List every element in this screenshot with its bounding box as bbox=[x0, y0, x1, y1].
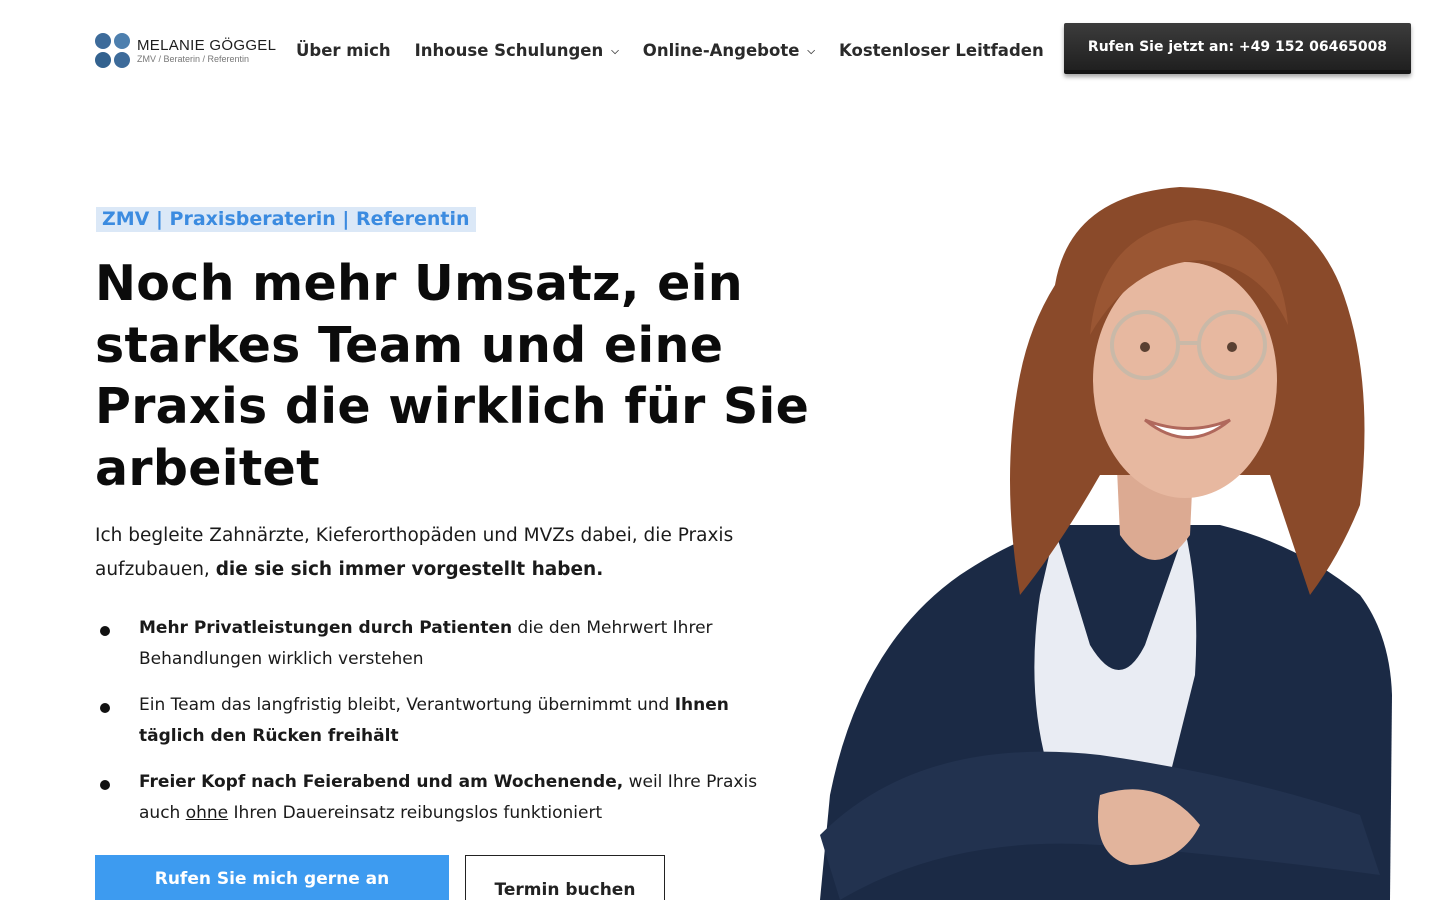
intro-bold-text: die sie sich immer vorgestellt haben. bbox=[215, 559, 604, 580]
nav-item-label: Online-Angebote bbox=[642, 40, 800, 60]
nav-item-kostenloser-leitfaden[interactable]: Kostenloser Leitfaden bbox=[839, 41, 1044, 60]
main-nav: Über mich Inhouse Schulungen ⌵ Online-An… bbox=[296, 36, 1044, 64]
hero-tagline: ZMV | Praxisberaterin | Referentin bbox=[96, 207, 476, 232]
bullet-text-end: Ihren Dauereinsatz reibungslos funktioni… bbox=[228, 803, 603, 823]
benefit-list: Mehr Privatleistungen durch Patienten di… bbox=[95, 613, 795, 844]
nav-item-label: Inhouse Schulungen bbox=[414, 40, 604, 60]
call-me-button[interactable]: Rufen Sie mich gerne an bbox=[95, 855, 449, 900]
list-item: Ein Team das langfristig bleibt, Verantw… bbox=[95, 690, 795, 752]
book-appointment-button[interactable]: Termin buchen bbox=[465, 855, 665, 900]
portrait-face bbox=[1093, 262, 1277, 498]
nav-item-inhouse-schulungen[interactable]: Inhouse Schulungen ⌵ bbox=[415, 41, 619, 60]
call-now-button[interactable]: Rufen Sie jetzt an: +49 152 06465008 bbox=[1064, 23, 1411, 74]
nav-item-ueber-mich[interactable]: Über mich bbox=[296, 41, 391, 60]
logo-text: MELANIE GÖGGEL ZMV / Beraterin / Referen… bbox=[137, 36, 277, 65]
list-item: Mehr Privatleistungen durch Patienten di… bbox=[95, 613, 795, 675]
chevron-down-icon: ⌵ bbox=[807, 45, 816, 57]
nav-item-label: Kostenloser Leitfaden bbox=[839, 40, 1044, 60]
bullet-dot-icon bbox=[100, 703, 110, 713]
hero-intro: Ich begleite Zahnärzte, Kieferorthopäden… bbox=[95, 519, 795, 587]
chevron-down-icon: ⌵ bbox=[611, 45, 619, 57]
hero-headline: Noch mehr Umsatz, ein starkes Team und e… bbox=[95, 255, 810, 497]
list-item: Freier Kopf nach Feierabend und am Woche… bbox=[95, 767, 795, 829]
bullet-underlined: ohne bbox=[185, 803, 229, 823]
nav-item-online-angebote[interactable]: Online-Angebote ⌵ bbox=[643, 41, 815, 60]
site-logo[interactable]: MELANIE GÖGGEL ZMV / Beraterin / Referen… bbox=[95, 33, 280, 69]
site-header: MELANIE GÖGGEL ZMV / Beraterin / Referen… bbox=[0, 0, 1440, 100]
logo-name: MELANIE GÖGGEL bbox=[137, 36, 277, 54]
four-dots-logo-icon bbox=[95, 33, 131, 69]
logo-subtitle: ZMV / Beraterin / Referentin bbox=[137, 53, 250, 64]
bullet-bold: Freier Kopf nach Feierabend und am Woche… bbox=[139, 772, 624, 792]
portrait-photo bbox=[820, 187, 1392, 900]
bullet-dot-icon bbox=[100, 780, 110, 790]
nav-item-label: Über mich bbox=[296, 40, 391, 60]
bullet-dot-icon bbox=[100, 626, 110, 636]
bullet-text: Ein Team das langfristig bleibt, Verantw… bbox=[139, 695, 675, 715]
bullet-bold: Mehr Privatleistungen durch Patienten bbox=[139, 618, 513, 638]
